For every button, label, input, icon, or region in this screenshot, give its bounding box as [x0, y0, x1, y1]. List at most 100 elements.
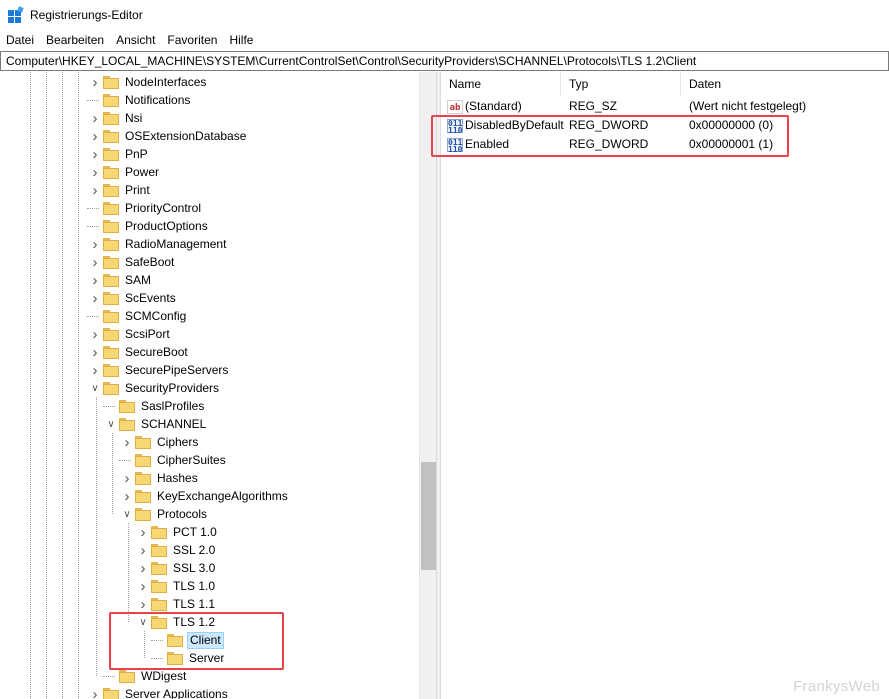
column-header-daten[interactable]: Daten — [681, 72, 889, 96]
folder-icon — [103, 255, 119, 269]
address-path: Computer\HKEY_LOCAL_MACHINE\SYSTEM\Curre… — [6, 54, 697, 68]
tree-node-label: Nsi — [125, 110, 143, 125]
column-header-typ[interactable]: Typ — [561, 72, 681, 96]
tree-node[interactable]: › SAM — [89, 271, 153, 289]
chevron-right-icon[interactable]: › — [89, 163, 101, 181]
chevron-right-icon[interactable]: › — [89, 685, 101, 699]
chevron-right-icon[interactable]: › — [89, 181, 101, 199]
tree-scrollbar-thumb[interactable] — [421, 462, 436, 570]
chevron-down-icon[interactable]: ∨ — [121, 505, 133, 523]
address-bar[interactable]: Computer\HKEY_LOCAL_MACHINE\SYSTEM\Curre… — [0, 51, 889, 71]
values-list[interactable]: Name Typ Daten ab (Standard) REG_SZ (Wert n… — [441, 72, 889, 699]
tree-connector — [87, 100, 99, 101]
menu-favoriten[interactable]: Favoriten — [161, 30, 223, 50]
chevron-right-icon[interactable]: › — [121, 487, 133, 505]
chevron-right-icon[interactable]: › — [89, 325, 101, 343]
tree-node[interactable]: › Server Applications — [89, 685, 230, 699]
tree-node[interactable]: ›SCMConfig — [89, 307, 188, 325]
tree-node[interactable]: › Hashes — [121, 469, 200, 487]
tree-node-label: CipherSuites — [157, 452, 226, 467]
title-bar: Registrierungs-Editor — [0, 0, 889, 30]
chevron-right-icon[interactable]: › — [137, 559, 149, 577]
chevron-down-icon[interactable]: ∨ — [105, 415, 117, 433]
tree-node[interactable]: ›PriorityControl — [89, 199, 203, 217]
tree-node[interactable]: › OSExtensionDatabase — [89, 127, 248, 145]
tree-node[interactable]: › SecureBoot — [89, 343, 190, 361]
tree-node[interactable]: › RadioManagement — [89, 235, 228, 253]
tree-node[interactable]: › SecurePipeServers — [89, 361, 230, 379]
chevron-right-icon[interactable]: › — [89, 235, 101, 253]
tree-node[interactable]: ∨ SCHANNEL — [105, 415, 208, 433]
menu-bar: Datei Bearbeiten Ansicht Favoriten Hilfe — [0, 30, 889, 50]
chevron-right-icon[interactable]: › — [89, 109, 101, 127]
tree-node[interactable]: › TLS 1.0 — [137, 577, 217, 595]
tree-scrollbar[interactable] — [419, 72, 436, 699]
chevron-right-icon[interactable]: › — [89, 289, 101, 307]
chevron-right-icon[interactable]: › — [89, 127, 101, 145]
folder-icon — [103, 93, 119, 107]
chevron-right-icon[interactable]: › — [89, 343, 101, 361]
chevron-right-icon[interactable]: › — [121, 469, 133, 487]
folder-icon — [119, 399, 135, 413]
folder-icon — [103, 237, 119, 251]
chevron-right-icon[interactable]: › — [89, 145, 101, 163]
chevron-right-icon[interactable]: › — [121, 433, 133, 451]
regedit-app-icon — [8, 6, 24, 23]
tree-node-label: Print — [125, 182, 150, 197]
menu-bearbeiten[interactable]: Bearbeiten — [40, 30, 110, 50]
tree-node[interactable]: › ScsiPort — [89, 325, 172, 343]
tree-node[interactable]: ›SaslProfiles — [105, 397, 206, 415]
tree-node[interactable]: ›Notifications — [89, 91, 192, 109]
tree-connector — [119, 460, 131, 461]
tree-node[interactable]: ∨ SecurityProviders — [89, 379, 221, 397]
menu-ansicht[interactable]: Ansicht — [110, 30, 161, 50]
chevron-right-icon[interactable]: › — [137, 541, 149, 559]
chevron-right-icon[interactable]: › — [137, 577, 149, 595]
tree-node[interactable]: › NodeInterfaces — [89, 73, 208, 91]
tree-node[interactable]: › Ciphers — [121, 433, 200, 451]
chevron-down-icon[interactable]: ∨ — [89, 379, 101, 397]
folder-icon — [103, 183, 119, 197]
column-header-name[interactable]: Name — [441, 72, 561, 96]
tree-node[interactable]: ∨ Protocols — [121, 505, 209, 523]
chevron-right-icon[interactable]: › — [137, 595, 149, 613]
tree-node[interactable]: › PnP — [89, 145, 150, 163]
key-tree[interactable]: ›NodeInterfaces›Notifications›Nsi›OSExte… — [0, 72, 436, 699]
folder-icon — [103, 345, 119, 359]
tree-node[interactable]: › KeyExchangeAlgorithms — [121, 487, 290, 505]
tree-node[interactable]: › PCT 1.0 — [137, 523, 219, 541]
menu-datei[interactable]: Datei — [0, 30, 40, 50]
value-data: (Wert nicht festgelegt) — [689, 99, 807, 113]
tree-node[interactable]: › TLS 1.1 — [137, 595, 217, 613]
tree-guide-line — [96, 397, 97, 676]
tree-guide-line — [30, 72, 31, 699]
tree-guide-line — [62, 72, 63, 699]
chevron-right-icon[interactable]: › — [137, 523, 149, 541]
chevron-right-icon[interactable]: › — [89, 73, 101, 91]
folder-icon — [151, 525, 167, 539]
tree-connector — [103, 676, 115, 677]
tree-node-label: SecurePipeServers — [125, 362, 229, 377]
tree-node-label: SSL 3.0 — [173, 560, 216, 575]
value-row[interactable]: ab (Standard) REG_SZ (Wert nicht festgelegt… — [441, 97, 879, 116]
tree-node[interactable]: › ScEvents — [89, 289, 178, 307]
tree-connector — [103, 406, 115, 407]
tree-node[interactable]: › SSL 3.0 — [137, 559, 217, 577]
tree-node[interactable]: › Print — [89, 181, 152, 199]
tree-node[interactable]: ›CipherSuites — [121, 451, 228, 469]
tree-node[interactable]: › Nsi — [89, 109, 144, 127]
tree-node[interactable]: › Power — [89, 163, 161, 181]
tree-node-label: ScsiPort — [125, 326, 170, 341]
folder-icon — [103, 75, 119, 89]
folder-icon — [119, 669, 135, 683]
tree-node[interactable]: › SSL 2.0 — [137, 541, 217, 559]
tree-connector — [87, 316, 99, 317]
chevron-right-icon[interactable]: › — [89, 271, 101, 289]
tree-node-label: SCMConfig — [125, 308, 187, 323]
tree-node[interactable]: ›ProductOptions — [89, 217, 210, 235]
menu-hilfe[interactable]: Hilfe — [223, 30, 259, 50]
tree-node[interactable]: › SafeBoot — [89, 253, 176, 271]
chevron-right-icon[interactable]: › — [89, 253, 101, 271]
folder-icon — [103, 147, 119, 161]
chevron-right-icon[interactable]: › — [89, 361, 101, 379]
